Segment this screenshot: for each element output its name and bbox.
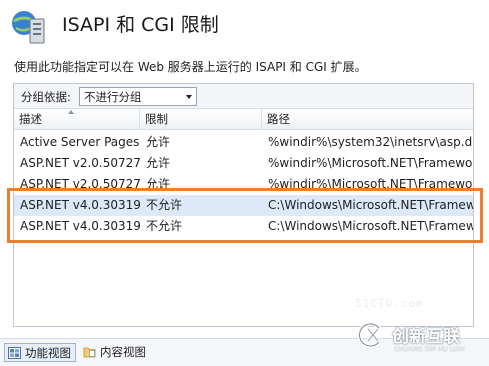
- features-view-label: 功能视图: [25, 346, 71, 360]
- chevron-down-icon[interactable]: [186, 95, 192, 99]
- group-by-value: 不进行分组: [84, 90, 142, 104]
- watermark: 创新互联 CHUANG XIN HU LIAN: [348, 310, 489, 365]
- cell-description: ASP.NET v2.0.50727: [20, 156, 140, 170]
- column-header-restriction[interactable]: 限制: [140, 109, 262, 129]
- table-header: 描述 限制 路径: [14, 109, 473, 130]
- watermark-logo-icon: [357, 322, 381, 348]
- cell-description: Active Server Pages: [20, 135, 140, 149]
- watermark-faint-text: 51CTO.com: [355, 297, 424, 310]
- column-label: 描述: [19, 112, 42, 126]
- cell-restriction: 允许: [146, 135, 171, 149]
- header: ISAPI 和 CGI 限制: [0, 0, 489, 48]
- group-by-bar: 分组依据: 不进行分组: [14, 84, 473, 109]
- page-title: ISAPI 和 CGI 限制: [62, 14, 219, 36]
- feature-description: 使用此功能指定可以在 Web 服务器上运行的 ISAPI 和 CGI 扩展。: [14, 60, 367, 74]
- server-lock-icon: [12, 11, 45, 44]
- watermark-text: 创新互联: [392, 327, 460, 347]
- group-by-label: 分组依据:: [21, 90, 71, 104]
- column-label: 限制: [145, 112, 168, 126]
- column-header-description[interactable]: 描述: [14, 109, 140, 129]
- cell-path: %windir%\system32\inetsrv\asp.dll: [268, 135, 473, 149]
- content-view-label: 内容视图: [100, 345, 146, 359]
- table-row[interactable]: ASP.NET v2.0.50727 允许 %windir%\Microsoft…: [14, 153, 473, 174]
- watermark-subtext: CHUANG XIN HU LIAN: [394, 345, 465, 353]
- column-label: 路径: [267, 112, 290, 126]
- content-view-icon: [83, 347, 96, 358]
- sort-ascending-icon: [68, 110, 74, 114]
- group-by-dropdown[interactable]: 不进行分组: [79, 87, 197, 106]
- cell-restriction: 允许: [146, 156, 171, 170]
- features-view-icon: [8, 347, 21, 359]
- table-row[interactable]: Active Server Pages 允许 %windir%\system32…: [14, 132, 473, 153]
- content-view-button[interactable]: 内容视图: [80, 343, 150, 362]
- column-header-path[interactable]: 路径: [262, 109, 473, 129]
- features-view-button[interactable]: 功能视图: [4, 343, 76, 362]
- highlight-box: [7, 188, 483, 243]
- cell-path: %windir%\Microsoft.NET\Framewo: [268, 156, 473, 170]
